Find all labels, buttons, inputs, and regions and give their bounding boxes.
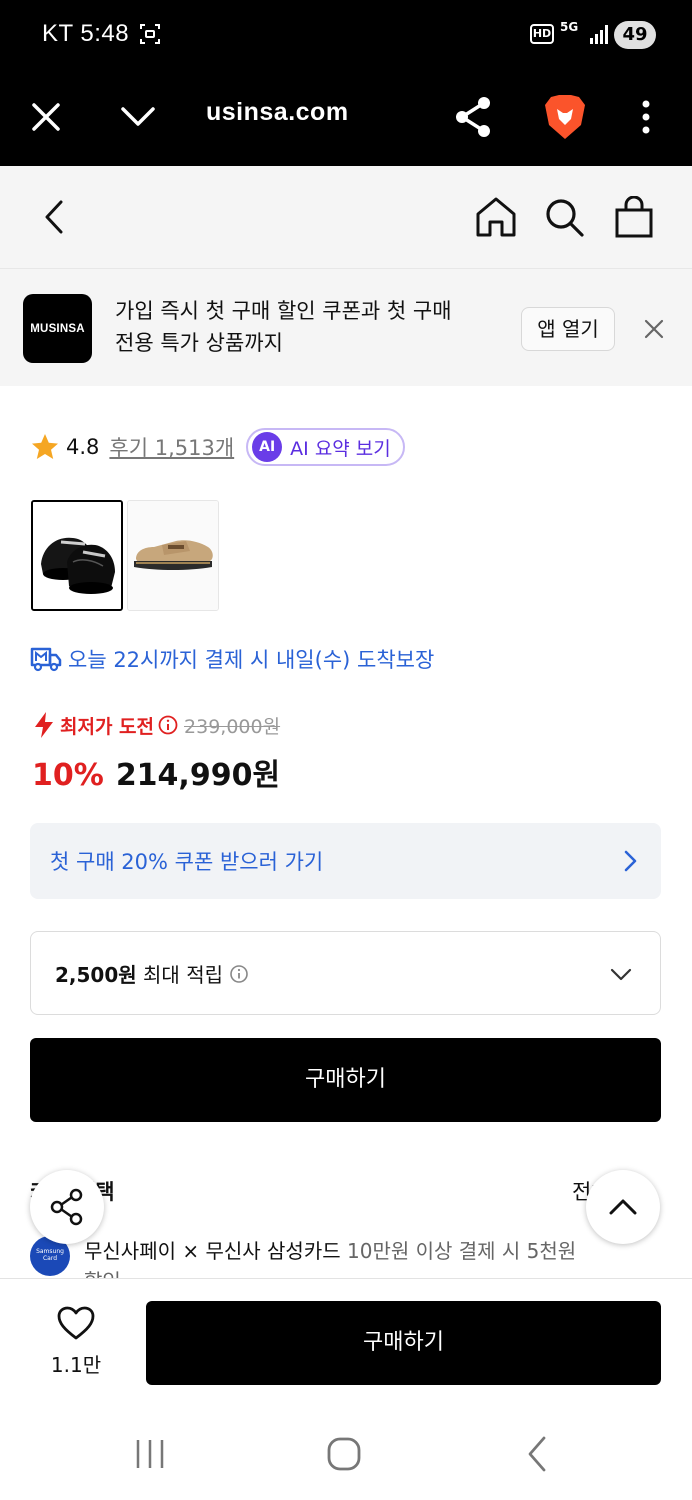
browser-toolbar: usinsa.com xyxy=(0,70,692,166)
promo-line-1: 가입 즉시 첫 구매 할인 쿠폰과 첫 구매 xyxy=(115,299,452,323)
url-text[interactable]: usinsa.com xyxy=(206,98,349,127)
promo-line-2: 전용 특가 상품까지 xyxy=(115,331,283,355)
close-tab-button[interactable] xyxy=(21,92,71,142)
musinsa-logo: MUSINSA xyxy=(23,294,92,363)
info-icon[interactable] xyxy=(158,715,178,735)
thumbnail-beige-shoe[interactable] xyxy=(127,500,219,611)
share-floating-button[interactable] xyxy=(30,1170,104,1244)
price-section: 최저가 도전 239,000원 10% 214,990원 xyxy=(32,708,280,794)
ai-summary-label: AI 요약 보기 xyxy=(290,437,391,460)
coupon-label: 첫 구매 20% 쿠폰 받으러 가기 xyxy=(50,850,324,874)
brave-lion-icon xyxy=(545,95,585,139)
discount-rate: 10% xyxy=(32,758,104,793)
search-icon xyxy=(546,199,584,237)
original-price: 239,000원 xyxy=(184,715,281,738)
back-nav-icon[interactable] xyxy=(518,1434,558,1474)
benefit-text: 무신사페이 × 무신사 삼성카드 10만원 이상 결제 시 5천원 할인 xyxy=(84,1236,664,1278)
card-benefit-item[interactable]: Samsung Card 무신사페이 × 무신사 삼성카드 10만원 이상 결제… xyxy=(30,1236,664,1278)
beige-loafer-image xyxy=(128,501,218,610)
points-label: 최대 적립 xyxy=(143,963,223,987)
brave-shields-button[interactable] xyxy=(540,92,590,142)
card-benefits-section: 카드 혜택 전체보기 Samsung Card 무신사페이 × 무신사 삼성카드… xyxy=(30,1172,670,1278)
cart-button[interactable] xyxy=(608,191,660,243)
info-icon[interactable] xyxy=(229,964,249,984)
lightning-icon xyxy=(35,712,53,738)
points-amount: 2,500원 xyxy=(55,963,137,987)
home-icon xyxy=(476,197,516,237)
first-purchase-coupon-button[interactable]: 첫 구매 20% 쿠폰 받으러 가기 xyxy=(30,823,661,899)
scroll-top-button[interactable] xyxy=(586,1170,660,1244)
buy-button[interactable]: 구매하기 xyxy=(30,1038,661,1122)
promo-text: 가입 즉시 첫 구매 할인 쿠폰과 첫 구매 전용 특가 상품까지 xyxy=(115,295,495,359)
ai-badge-icon: AI xyxy=(252,432,283,462)
share-page-button[interactable] xyxy=(448,92,498,142)
back-button[interactable] xyxy=(28,191,80,243)
points-dropdown[interactable]: 2,500원 최대 적립 xyxy=(30,931,661,1015)
bottom-buy-button[interactable]: 구매하기 xyxy=(146,1301,661,1385)
black-loafer-image xyxy=(33,502,121,609)
battery-indicator: 49 xyxy=(614,21,656,49)
benefit-main: 무신사페이 × 무신사 삼성카드 xyxy=(84,1239,341,1263)
chevron-up-icon xyxy=(609,1199,637,1215)
review-count-link[interactable]: 후기 1,513개 xyxy=(109,432,234,462)
like-count: 1.1만 xyxy=(50,1353,102,1377)
delivery-text: 오늘 22시까지 결제 시 내일(수) 도착보장 xyxy=(68,648,435,672)
recent-apps-icon[interactable] xyxy=(130,1434,170,1474)
chevron-right-icon xyxy=(624,850,637,872)
shopping-bag-icon xyxy=(615,196,653,238)
rating-score: 4.8 xyxy=(66,435,100,459)
home-button[interactable] xyxy=(470,191,522,243)
page-header xyxy=(0,166,692,268)
share-icon xyxy=(456,97,490,137)
delivery-guarantee: 오늘 22시까지 결제 시 내일(수) 도착보장 xyxy=(30,644,434,674)
system-navigation-bar xyxy=(0,1406,692,1500)
star-icon xyxy=(32,434,58,459)
sale-price: 214,990원 xyxy=(115,758,281,793)
benefit-detail-cont: 할인 xyxy=(84,1269,121,1278)
delivery-truck-icon xyxy=(30,647,62,672)
open-app-button[interactable]: 앱 열기 xyxy=(521,307,615,351)
rating-row: 4.8 후기 1,513개 AI AI 요약 보기 xyxy=(30,428,405,466)
search-button[interactable] xyxy=(538,191,590,243)
carrier-time: KT 5:48 xyxy=(42,20,130,47)
ai-summary-button[interactable]: AI AI 요약 보기 xyxy=(246,428,405,466)
browser-menu-button[interactable] xyxy=(621,92,671,142)
chevron-left-icon xyxy=(45,200,63,234)
lowest-price-label: 최저가 도전 xyxy=(60,715,155,738)
close-icon xyxy=(32,103,60,131)
home-nav-icon[interactable] xyxy=(324,1434,364,1474)
more-vertical-icon xyxy=(642,100,650,134)
chevron-down-icon xyxy=(610,968,632,981)
thumbnail-black-shoe[interactable] xyxy=(31,500,123,611)
minimize-button[interactable] xyxy=(113,92,163,142)
chevron-down-icon xyxy=(121,107,155,126)
like-button[interactable]: 1.1만 xyxy=(30,1305,122,1378)
signal-icon xyxy=(590,25,608,44)
network-type: 5G xyxy=(560,20,579,34)
benefit-detail: 10만원 이상 결제 시 5천원 xyxy=(347,1239,577,1263)
close-banner-icon[interactable] xyxy=(640,315,668,343)
status-bar: KT 5:48 HD 5G 49 xyxy=(0,0,692,70)
screenshot-icon xyxy=(140,24,160,44)
points-text: 2,500원 최대 적립 xyxy=(55,959,249,988)
bottom-action-bar: 1.1만 구매하기 xyxy=(0,1278,692,1406)
share-icon xyxy=(50,1188,83,1226)
app-promo-banner: MUSINSA 가입 즉시 첫 구매 할인 쿠폰과 첫 구매 전용 특가 상품까… xyxy=(0,268,692,386)
heart-icon xyxy=(57,1306,95,1340)
hd-voice-icon: HD xyxy=(530,24,554,44)
